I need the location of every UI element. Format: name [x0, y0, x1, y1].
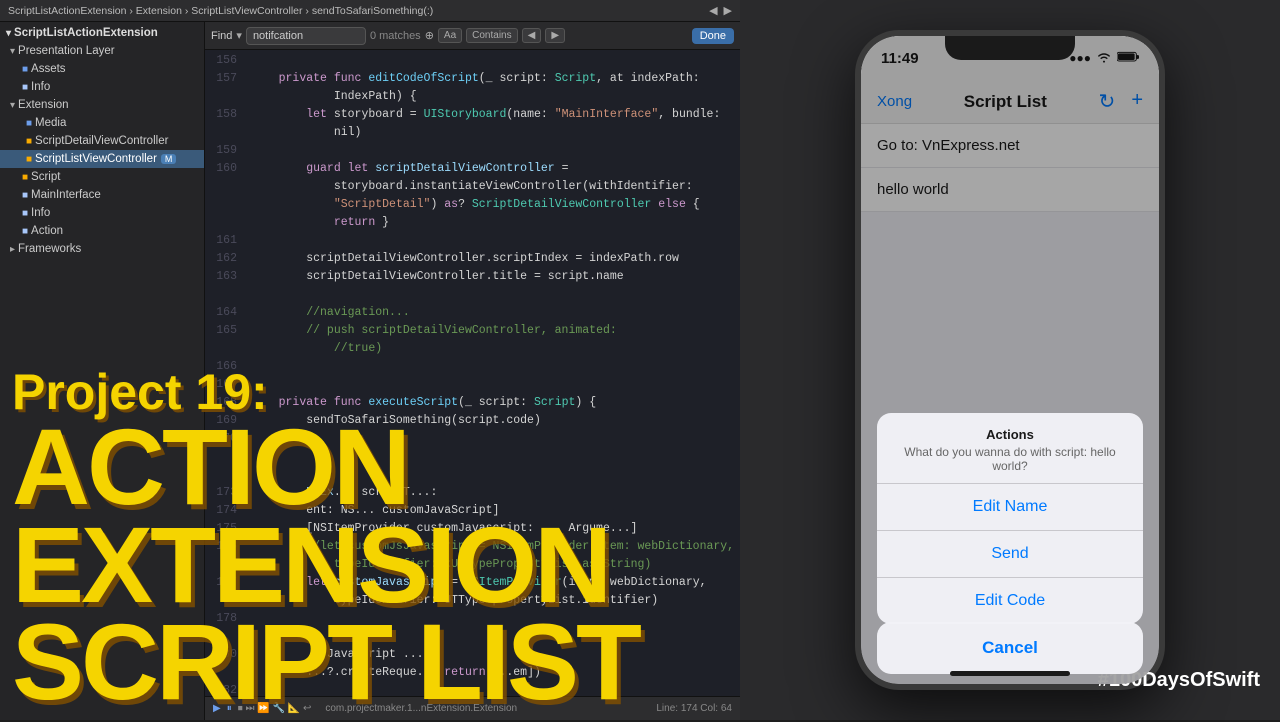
sidebar-label: Presentation Layer: [18, 45, 115, 57]
nav-prev-btn[interactable]: ◀: [709, 4, 717, 17]
action-edit-code-button[interactable]: Edit Code: [877, 578, 1143, 624]
phone-screen: 11:49 ●●●: [861, 36, 1159, 684]
sidebar-item-presentation-layer[interactable]: ▾ Presentation Layer: [0, 42, 204, 60]
action-send-button[interactable]: Send: [877, 531, 1143, 578]
find-label: Find: [211, 30, 232, 42]
disclosure-icon: ▾: [10, 46, 15, 57]
sidebar-item-info-pres[interactable]: ■ Info: [0, 78, 204, 96]
action-edit-name-button[interactable]: Edit Name: [877, 484, 1143, 531]
code-panel: Find ▾ 0 matches ⊕ Aa Contains ◀ ▶ Done …: [205, 22, 740, 720]
sidebar-item-maininterface[interactable]: ■ MainInterface: [0, 186, 204, 204]
pause-btn[interactable]: ⏸: [227, 703, 232, 714]
plus-icon[interactable]: ⊕: [425, 29, 434, 42]
action-sheet-message: What do you wanna do with script: hello …: [893, 445, 1127, 473]
find-done-button[interactable]: Done: [692, 28, 734, 44]
code-content-area[interactable]: 156 157 158 159 160 161 162 163 164 16: [205, 50, 740, 696]
xcode-topbar: ScriptListActionExtension › Extension › …: [0, 0, 740, 22]
sidebar-label: Script: [31, 171, 60, 183]
disclosure-icon: ▾: [10, 100, 15, 111]
phone-notch: [945, 36, 1075, 60]
file-icon: ■: [22, 172, 28, 183]
breadcrumb: ScriptListActionExtension › Extension › …: [8, 5, 433, 17]
line-col-label: Line: 174 Col: 64: [656, 703, 732, 714]
nav-matches-prev[interactable]: ◀: [522, 28, 542, 43]
find-dropdown-icon[interactable]: ▾: [236, 29, 242, 42]
sidebar-label: Info: [31, 81, 50, 93]
disclosure-icon: ▸: [10, 244, 15, 255]
file-icon: ■: [22, 226, 28, 237]
file-icon: ■: [22, 82, 28, 93]
sidebar-item-scriptlist[interactable]: ■ ScriptListViewController M: [0, 150, 204, 168]
file-icon: ■: [22, 208, 28, 219]
code-lines: private func editCodeOfScript(_ script: …: [243, 50, 740, 696]
sidebar-label: Extension: [18, 99, 69, 111]
toolbar-icons: ⏹ ⏭ ⏩ 🔧 📐 ↩: [238, 703, 312, 714]
modified-badge: M: [161, 154, 177, 164]
sidebar-label: Assets: [31, 63, 66, 75]
phone-area: 11:49 ●●●: [740, 0, 1280, 720]
sidebar-label: MainInterface: [31, 189, 101, 201]
aa-btn[interactable]: Aa: [438, 28, 462, 43]
sidebar-item-info-ext[interactable]: ■ Info: [0, 204, 204, 222]
sidebar-label: ScriptDetailViewController: [35, 135, 168, 147]
target-label: com.projectmaker.1...nExtension.Extensio…: [325, 703, 517, 714]
file-icon: ■: [26, 136, 32, 147]
sidebar-label: Media: [35, 117, 66, 129]
action-sheet-title: Actions: [893, 427, 1127, 442]
sidebar-label: Action: [31, 225, 63, 237]
xcode-bottombar: ▶ ⏸ ⏹ ⏭ ⏩ 🔧 📐 ↩ com.projectmaker.1...nEx…: [205, 696, 740, 720]
sidebar-root-label: ScriptListActionExtension: [14, 27, 158, 39]
file-icon: ■: [26, 118, 32, 129]
sidebar-item-extension-group[interactable]: ▾ Extension: [0, 96, 204, 114]
nav-matches-next[interactable]: ▶: [545, 28, 565, 43]
sidebar-label: ScriptListViewController: [35, 153, 157, 165]
sidebar-item-scriptdetail[interactable]: ■ ScriptDetailViewController: [0, 132, 204, 150]
file-icon: ■: [22, 190, 28, 201]
sidebar-label: Info: [31, 207, 50, 219]
find-input[interactable]: [246, 27, 366, 45]
sidebar-item-media[interactable]: ■ Media: [0, 114, 204, 132]
phone-device: 11:49 ●●●: [855, 30, 1165, 690]
find-bar: Find ▾ 0 matches ⊕ Aa Contains ◀ ▶ Done: [205, 22, 740, 50]
home-indicator: [950, 671, 1070, 676]
action-sheet: Actions What do you wanna do with script…: [877, 413, 1143, 624]
sidebar-item-frameworks[interactable]: ▸ Frameworks: [0, 240, 204, 258]
sidebar-item-root[interactable]: ▾ ScriptListActionExtension: [0, 24, 204, 42]
xcode-sidebar: ▾ ScriptListActionExtension ▾ Presentati…: [0, 22, 205, 720]
play-btn[interactable]: ▶: [213, 703, 221, 714]
file-icon: ■: [22, 64, 28, 75]
contains-btn[interactable]: Contains: [466, 28, 517, 43]
sidebar-item-assets[interactable]: ■ Assets: [0, 60, 204, 78]
sidebar-label: Frameworks: [18, 243, 81, 255]
find-matches: 0 matches: [370, 30, 421, 42]
disclosure-icon: ▾: [6, 28, 11, 39]
sidebar-item-script[interactable]: ■ Script: [0, 168, 204, 186]
xcode-panel: ScriptListActionExtension › Extension › …: [0, 0, 740, 720]
file-icon: ■: [26, 154, 32, 165]
action-cancel-button[interactable]: Cancel: [877, 622, 1143, 674]
action-sheet-title-area: Actions What do you wanna do with script…: [877, 413, 1143, 484]
nav-next-btn[interactable]: ▶: [724, 4, 732, 17]
sidebar-item-action[interactable]: ■ Action: [0, 222, 204, 240]
line-numbers: 156 157 158 159 160 161 162 163 164 16: [205, 50, 243, 696]
